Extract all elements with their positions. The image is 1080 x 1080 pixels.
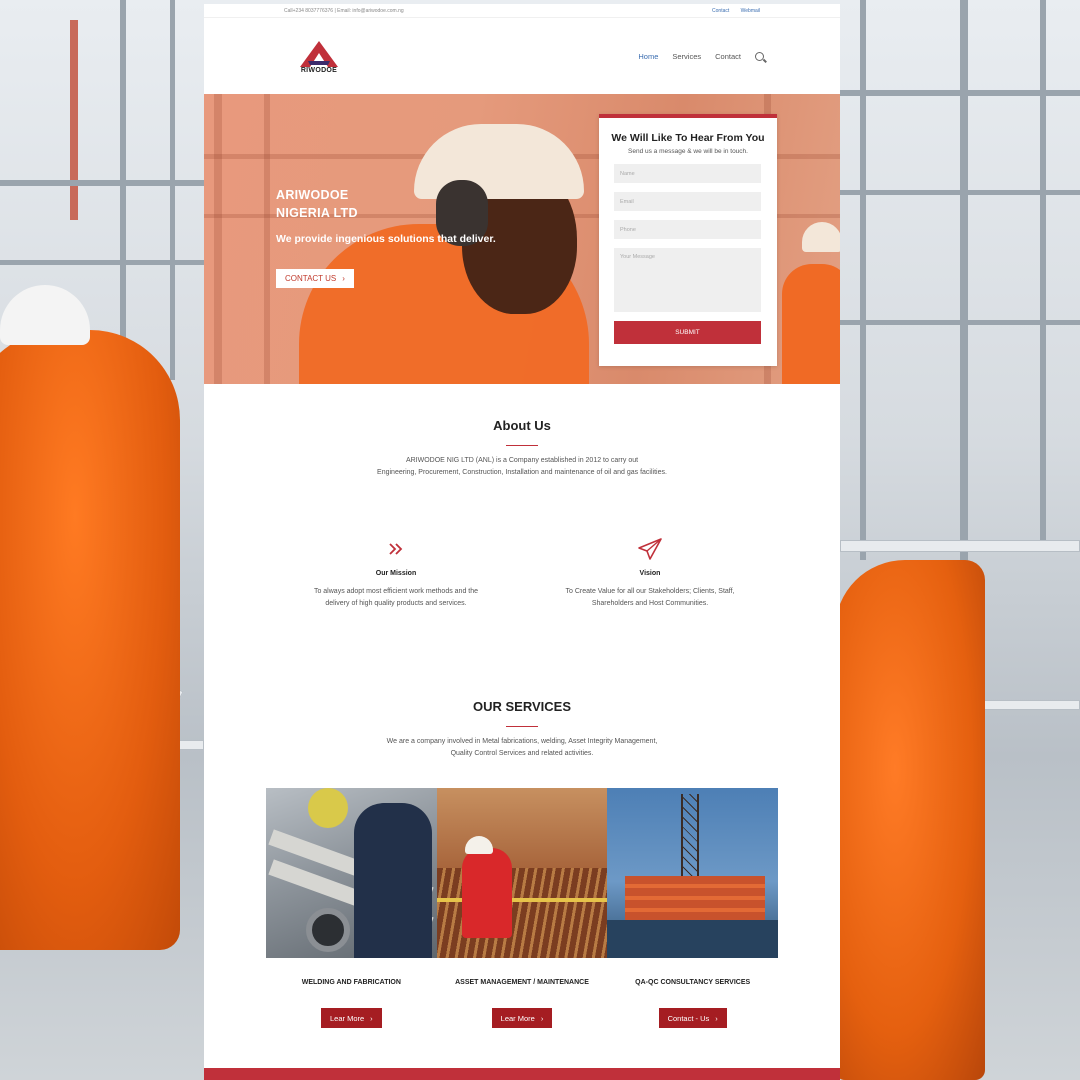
service-images xyxy=(266,788,779,958)
service-buttons: Lear More › Lear More › Contact - Us › xyxy=(266,1008,778,1028)
message-field[interactable]: Your Message xyxy=(614,248,761,312)
about-line-1: ARIWODOE NIG LTD (ANL) is a Company esta… xyxy=(405,457,639,464)
nav-contact[interactable]: Contact xyxy=(715,52,741,61)
about-section: About Us ARIWODOE NIG LTD (ANL) is a Com… xyxy=(204,418,840,478)
about-divider xyxy=(506,445,538,446)
logo-triangle-icon xyxy=(300,40,338,67)
vision-block: Vision To Create Value for all our Stake… xyxy=(538,536,762,609)
vision-text: To Create Value for all our Stakeholders… xyxy=(538,586,762,609)
nav-home[interactable]: Home xyxy=(638,52,658,61)
logo-wordmark: RIWODOE xyxy=(300,66,338,74)
website-page: Call+234 8037776376 | Email: info@ariwod… xyxy=(204,4,840,1080)
name-field[interactable]: Name xyxy=(614,164,761,183)
contact-us-label: CONTACT US xyxy=(285,274,337,283)
contact-us-button[interactable]: CONTACT US › xyxy=(276,269,354,288)
top-links: Contact Webmail xyxy=(702,8,760,14)
chevron-right-icon: › xyxy=(540,1013,544,1023)
services-divider xyxy=(506,726,538,727)
asset-management-image[interactable] xyxy=(436,788,608,958)
service-labels: WELDING AND FABRICATION ASSET MANAGEMENT… xyxy=(266,979,778,986)
asset-button-label: Lear More xyxy=(500,1013,535,1023)
welding-learn-more-button[interactable]: Lear More › xyxy=(320,1008,382,1028)
nav-services[interactable]: Services xyxy=(672,52,701,61)
contact-form: We Will Like To Hear From You Send us a … xyxy=(599,114,777,366)
form-subtitle: Send us a message & we will be in touch. xyxy=(628,148,748,155)
mission-block: Our Mission To always adopt most efficie… xyxy=(286,536,506,609)
email-field[interactable]: Email xyxy=(614,192,761,211)
company-logo[interactable]: RIWODOE xyxy=(298,39,340,74)
vision-line-1: To Create Value for all our Stakeholders… xyxy=(565,588,735,595)
chevron-right-icon: › xyxy=(370,1013,373,1023)
qa-qc-image[interactable] xyxy=(607,788,779,958)
mission-text: To always adopt most efficient work meth… xyxy=(286,586,506,609)
top-bar: Call+234 8037776376 | Email: info@ariwod… xyxy=(204,4,840,18)
paper-plane-icon xyxy=(538,536,762,562)
mission-title: Our Mission xyxy=(375,570,417,577)
vision-title: Vision xyxy=(639,570,661,577)
phone-field[interactable]: Phone xyxy=(614,220,761,239)
chevrons-right-icon xyxy=(286,536,506,562)
hero-tagline: We provide ingenious solutions that deli… xyxy=(276,233,496,245)
about-title: About Us xyxy=(493,418,551,433)
service-label-qaqc: QA-QC CONSULTANCY SERVICES xyxy=(635,979,751,986)
hero-company-line2: NIGERIA LTD xyxy=(276,206,358,220)
service-label-welding: WELDING AND FABRICATION xyxy=(301,979,401,986)
chevron-right-icon: › xyxy=(715,1013,718,1023)
site-header: RIWODOE Home Services Contact xyxy=(204,18,840,94)
vision-line-2: Shareholders and Host Communities. xyxy=(591,599,709,607)
chevron-right-icon: › xyxy=(342,274,345,283)
form-title: We Will Like To Hear From You xyxy=(611,132,765,144)
services-section: OUR SERVICES We are a company involved i… xyxy=(204,699,840,759)
main-nav: Home Services Contact xyxy=(638,51,764,61)
welding-button-label: Lear More xyxy=(329,1013,365,1023)
services-title: OUR SERVICES xyxy=(472,699,571,714)
about-description: ARIWODOE NIG LTD (ANL) is a Company esta… xyxy=(204,455,840,478)
mission-line-2: delivery of high quality products and se… xyxy=(325,599,467,607)
hero-company-line1: ARIWODOE xyxy=(276,188,349,202)
top-link-contact[interactable]: Contact xyxy=(712,8,729,14)
top-link-webmail[interactable]: Webmail xyxy=(741,8,760,14)
asset-learn-more-button[interactable]: Lear More › xyxy=(491,1008,553,1028)
services-line-2: Quality Control Services and related act… xyxy=(450,749,594,757)
services-line-1: We are a company involved in Metal fabri… xyxy=(386,738,658,745)
qaqc-button-label: Contact - Us xyxy=(667,1013,710,1023)
mission-line-1: To always adopt most efficient work meth… xyxy=(313,588,479,595)
search-icon[interactable] xyxy=(755,51,764,61)
service-label-asset: ASSET MANAGEMENT / MAINTENANCE xyxy=(455,979,589,986)
about-line-2: Engineering, Procurement, Construction, … xyxy=(377,468,667,476)
submit-button[interactable]: SUBMIT xyxy=(614,321,761,344)
hero-banner: ARIWODOE NIGERIA LTD We provide ingeniou… xyxy=(204,94,840,384)
contact-info-text: Call+234 8037776376 | Email: info@ariwod… xyxy=(284,7,404,14)
welding-image[interactable] xyxy=(266,788,437,958)
footer-bar xyxy=(204,1068,840,1080)
qaqc-contact-button[interactable]: Contact - Us › xyxy=(658,1008,727,1028)
services-description: We are a company involved in Metal fabri… xyxy=(204,736,840,759)
hero-text: ARIWODOE NIGERIA LTD We provide ingeniou… xyxy=(276,186,496,288)
